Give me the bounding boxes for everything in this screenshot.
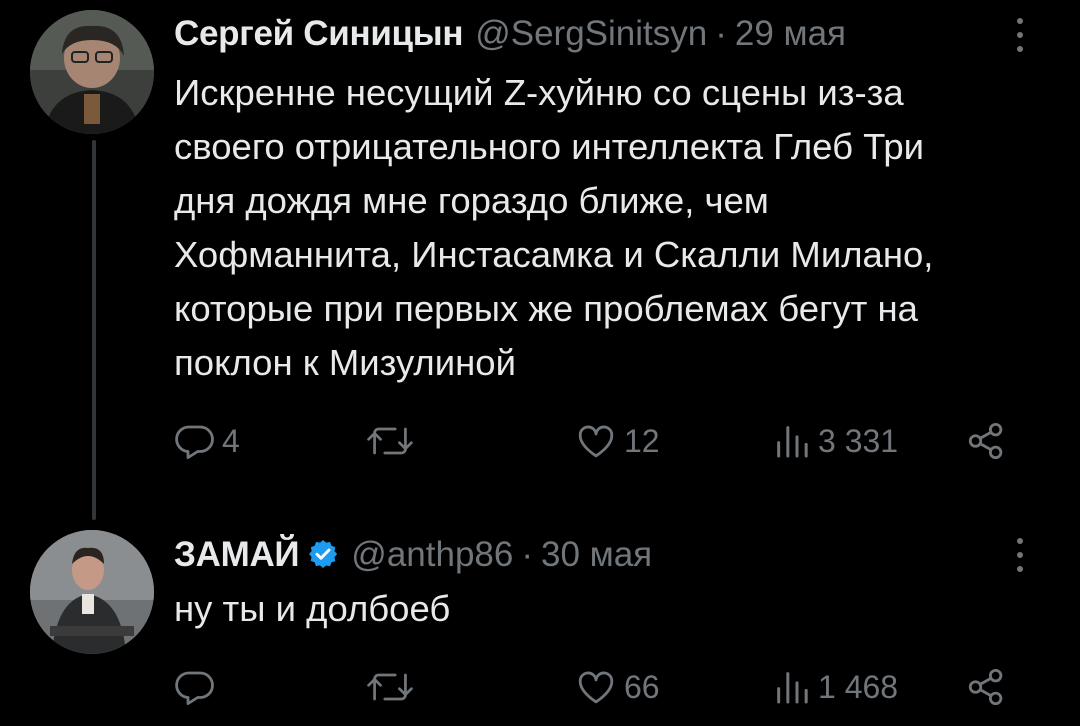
reply-icon bbox=[175, 425, 214, 460]
views-button[interactable]: 3 331 bbox=[772, 420, 898, 462]
author-handle[interactable]: @anthp86 bbox=[351, 535, 513, 575]
author-name[interactable]: ЗАМАЙ bbox=[174, 535, 300, 575]
more-options-icon[interactable] bbox=[1014, 538, 1026, 572]
like-button[interactable]: 66 bbox=[574, 666, 660, 708]
reply-button[interactable]: 4 bbox=[174, 420, 240, 462]
tweet-text: ну ты и долбоеб bbox=[174, 582, 1054, 636]
separator-dot: · bbox=[715, 14, 727, 53]
tweet-text-line: которые при первых же проблемах бегут на bbox=[174, 288, 918, 329]
verified-badge-icon bbox=[309, 540, 338, 568]
reply-count: 4 bbox=[222, 422, 240, 459]
share-icon bbox=[968, 668, 1003, 706]
author-handle[interactable]: @SergSinitsyn bbox=[475, 14, 707, 54]
avatar-image bbox=[30, 10, 154, 134]
share-button[interactable] bbox=[964, 666, 1008, 708]
retweet-button[interactable] bbox=[366, 420, 420, 462]
like-count: 12 bbox=[624, 422, 660, 459]
like-count: 66 bbox=[624, 668, 660, 705]
tweet-date[interactable]: 30 мая bbox=[541, 535, 652, 575]
tweet-header: Сергей Синицын @SergSinitsyn · 29 мая bbox=[174, 14, 846, 58]
tweet-text-line: дня дождя мне гораздо ближе, чем bbox=[174, 180, 769, 221]
tweet-date[interactable]: 29 мая bbox=[735, 14, 846, 54]
avatar-image bbox=[30, 530, 154, 654]
tweet-text-line: Искренне несущий Z-хуйню со сцены из-за bbox=[174, 72, 904, 113]
tweet-text-line: своего отрицательного интеллекта Глеб Тр… bbox=[174, 126, 925, 167]
views-icon bbox=[777, 426, 808, 458]
more-options-icon[interactable] bbox=[1014, 18, 1026, 52]
tweet-actions: 66 1 468 bbox=[0, 666, 1080, 714]
avatar[interactable] bbox=[30, 10, 154, 134]
heart-icon bbox=[578, 425, 614, 458]
retweet-button[interactable] bbox=[366, 666, 420, 708]
tweet-text-line: поклон к Мизулиной bbox=[174, 342, 516, 383]
share-button[interactable] bbox=[964, 420, 1008, 462]
author-name[interactable]: Сергей Синицын bbox=[174, 14, 464, 54]
tweet-text-line: Хофманнита, Инстасамка и Скалли Милано, bbox=[174, 234, 934, 275]
tweet[interactable]: Сергей Синицын @SergSinitsyn · 29 мая Ис… bbox=[0, 0, 1080, 520]
heart-icon bbox=[578, 671, 614, 704]
reply-icon bbox=[175, 671, 214, 706]
views-count: 1 468 bbox=[818, 668, 899, 705]
like-button[interactable]: 12 bbox=[574, 420, 660, 462]
views-icon bbox=[777, 672, 808, 704]
tweet[interactable]: ЗАМАЙ @anthp86 · 30 мая ну ты и долбоеб bbox=[0, 520, 1080, 726]
share-icon bbox=[968, 422, 1003, 460]
retweet-icon bbox=[367, 427, 413, 455]
tweet-actions: 4 12 3 331 bbox=[0, 420, 1080, 468]
separator-dot: · bbox=[521, 535, 533, 574]
retweet-icon bbox=[367, 673, 413, 701]
reply-button[interactable] bbox=[174, 666, 222, 708]
tweet-header: ЗАМАЙ @anthp86 · 30 мая bbox=[174, 534, 652, 578]
tweet-text: Искренне несущий Z-хуйню со сцены из-за … bbox=[174, 66, 1054, 390]
views-button[interactable]: 1 468 bbox=[772, 666, 898, 708]
views-count: 3 331 bbox=[818, 422, 899, 459]
tweet-text-line: ну ты и долбоеб bbox=[174, 588, 451, 629]
avatar[interactable] bbox=[30, 530, 154, 654]
